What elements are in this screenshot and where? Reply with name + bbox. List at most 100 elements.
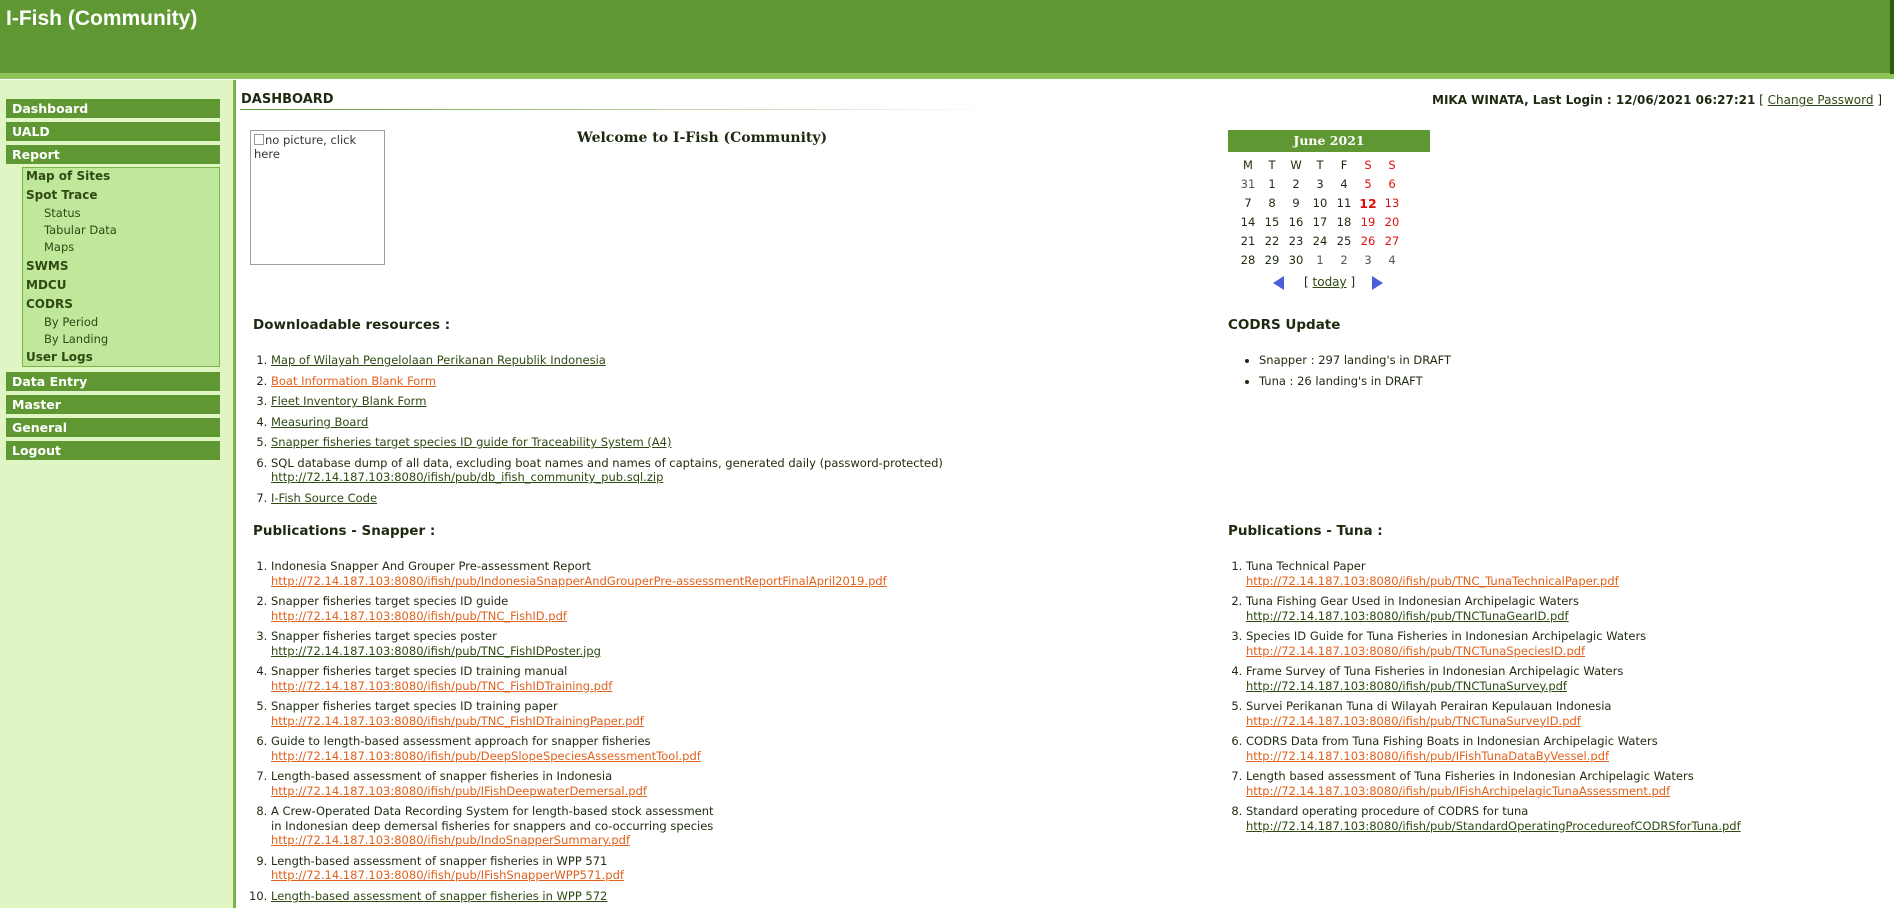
calendar-day[interactable]: 11	[1332, 194, 1356, 213]
calendar-day[interactable]: 27	[1380, 232, 1404, 251]
calendar-day[interactable]: 9	[1284, 194, 1308, 213]
calendar-day[interactable]: 12	[1356, 194, 1380, 213]
item-title: Snapper fisheries target species poster	[271, 629, 497, 643]
calendar-day[interactable]: 2	[1284, 175, 1308, 194]
calendar-day[interactable]: 15	[1260, 213, 1284, 232]
today-link[interactable]: today	[1313, 275, 1347, 289]
submenu-spot-trace[interactable]: Spot Trace	[26, 188, 98, 202]
calendar-day[interactable]: 31	[1236, 175, 1260, 194]
calendar-day[interactable]: 30	[1284, 251, 1308, 270]
item-link[interactable]: http://72.14.187.103:8080/ifish/pub/TNCT…	[1246, 679, 1878, 694]
item-link[interactable]: http://72.14.187.103:8080/ifish/pub/Indo…	[271, 833, 1153, 848]
submenu-status[interactable]: Status	[44, 206, 81, 220]
sidebar-item-dashboard[interactable]: Dashboard	[6, 99, 220, 118]
item-link[interactable]: http://72.14.187.103:8080/ifish/pub/TNC_…	[271, 644, 1153, 659]
submenu-by-landing[interactable]: By Landing	[44, 332, 108, 346]
item-link[interactable]: Boat Information Blank Form	[271, 374, 436, 388]
calendar-day[interactable]: 25	[1332, 232, 1356, 251]
calendar-day[interactable]: 24	[1308, 232, 1332, 251]
item-link[interactable]: http://72.14.187.103:8080/ifish/pub/TNC_…	[271, 714, 1153, 729]
calendar-day[interactable]: 19	[1356, 213, 1380, 232]
item-link[interactable]: http://72.14.187.103:8080/ifish/pub/TNC_…	[271, 679, 1153, 694]
item-title: Tuna Fishing Gear Used in Indonesian Arc…	[1246, 594, 1580, 608]
item-link[interactable]: http://72.14.187.103:8080/ifish/pub/Indo…	[271, 574, 1153, 589]
change-password-link[interactable]: Change Password	[1768, 93, 1874, 107]
list-item: Species ID Guide for Tuna Fisheries in I…	[1246, 629, 1878, 658]
item-link[interactable]: Measuring Board	[271, 415, 368, 429]
calendar-day[interactable]: 22	[1260, 232, 1284, 251]
calendar-day[interactable]: 4	[1332, 175, 1356, 194]
item-link[interactable]: Map of Wilayah Pengelolaan Perikanan Rep…	[271, 353, 606, 367]
submenu-user-logs[interactable]: User Logs	[26, 350, 93, 364]
submenu-mdcu[interactable]: MDCU	[26, 278, 66, 292]
calendar-day[interactable]: 17	[1308, 213, 1332, 232]
sidebar-item-master[interactable]: Master	[6, 395, 220, 414]
calendar-day[interactable]: 28	[1236, 251, 1260, 270]
calendar-day[interactable]: 26	[1356, 232, 1380, 251]
calendar-day[interactable]: 7	[1236, 194, 1260, 213]
item-link[interactable]: http://72.14.187.103:8080/ifish/pub/TNCT…	[1246, 714, 1878, 729]
item-link[interactable]: http://72.14.187.103:8080/ifish/pub/TNCT…	[1246, 609, 1878, 624]
list-item: Snapper fisheries target species posterh…	[271, 629, 1153, 658]
calendar-day[interactable]: 3	[1356, 251, 1380, 270]
item-link[interactable]: http://72.14.187.103:8080/ifish/pub/Stan…	[1246, 819, 1878, 834]
item-link[interactable]: Length-based assessment of snapper fishe…	[271, 889, 607, 903]
prev-month-icon[interactable]	[1273, 276, 1284, 290]
user-name: MIKA WINATA	[1432, 93, 1525, 107]
list-item: Length-based assessment of snapper fishe…	[271, 769, 1153, 798]
item-title: Indonesia Snapper And Grouper Pre-assess…	[271, 559, 591, 573]
sidebar-item-general[interactable]: General	[6, 418, 220, 437]
sidebar-item-uald[interactable]: UALD	[6, 122, 220, 141]
calendar-day[interactable]: 2	[1332, 251, 1356, 270]
calendar-day[interactable]: 23	[1284, 232, 1308, 251]
submenu-by-period[interactable]: By Period	[44, 315, 98, 329]
list-item: Boat Information Blank Form	[271, 374, 1153, 389]
calendar-day[interactable]: 16	[1284, 213, 1308, 232]
item-link[interactable]: Fleet Inventory Blank Form	[271, 394, 426, 408]
submenu-swms[interactable]: SWMS	[26, 259, 68, 273]
item-link[interactable]: http://72.14.187.103:8080/ifish/pub/IFis…	[1246, 784, 1878, 799]
calendar-day[interactable]: 1	[1260, 175, 1284, 194]
calendar-nav: [ today ]	[1228, 273, 1430, 293]
item-link[interactable]: Snapper fisheries target species ID guid…	[271, 435, 671, 449]
list-item: Standard operating procedure of CODRS fo…	[1246, 804, 1878, 833]
calendar-day[interactable]: 8	[1260, 194, 1284, 213]
item-title: CODRS Data from Tuna Fishing Boats in In…	[1246, 734, 1658, 748]
calendar-day[interactable]: 6	[1380, 175, 1404, 194]
submenu-map-of-sites[interactable]: Map of Sites	[26, 169, 110, 183]
submenu-tabular-data[interactable]: Tabular Data	[44, 223, 117, 237]
calendar-day[interactable]: 4	[1380, 251, 1404, 270]
item-link[interactable]: http://72.14.187.103:8080/ifish/pub/IFis…	[271, 784, 1153, 799]
next-month-icon[interactable]	[1372, 276, 1383, 290]
item-link[interactable]: http://72.14.187.103:8080/ifish/pub/db_i…	[271, 470, 1153, 485]
submenu-codrs[interactable]: CODRS	[26, 297, 73, 311]
item-link[interactable]: http://72.14.187.103:8080/ifish/pub/TNCT…	[1246, 644, 1878, 659]
profile-picture[interactable]: no picture, click here	[250, 130, 385, 265]
calendar-weekday: S	[1364, 158, 1372, 172]
page-title: DASHBOARD	[241, 92, 334, 107]
calendar-day[interactable]: 29	[1260, 251, 1284, 270]
calendar-day[interactable]: 20	[1380, 213, 1404, 232]
item-link[interactable]: http://72.14.187.103:8080/ifish/pub/TNC_…	[1246, 574, 1878, 589]
calendar-weekday: T	[1268, 158, 1276, 172]
item-link[interactable]: http://72.14.187.103:8080/ifish/pub/Deep…	[271, 749, 1153, 764]
sidebar-item-report[interactable]: Report	[6, 145, 220, 164]
list-item: Measuring Board	[271, 415, 1153, 430]
item-link[interactable]: http://72.14.187.103:8080/ifish/pub/TNC_…	[271, 609, 1153, 624]
item-link[interactable]: I-Fish Source Code	[271, 491, 377, 505]
calendar-day[interactable]: 13	[1380, 194, 1404, 213]
calendar-day[interactable]: 18	[1332, 213, 1356, 232]
calendar-day[interactable]: 14	[1236, 213, 1260, 232]
item-link[interactable]: http://72.14.187.103:8080/ifish/pub/IFis…	[1246, 749, 1878, 764]
item-link[interactable]: http://72.14.187.103:8080/ifish/pub/IFis…	[271, 868, 1153, 883]
calendar-day[interactable]: 5	[1356, 175, 1380, 194]
sidebar-item-data-entry[interactable]: Data Entry	[6, 372, 220, 391]
calendar-day[interactable]: 10	[1308, 194, 1332, 213]
calendar-day[interactable]: 1	[1308, 251, 1332, 270]
app-header: I-Fish (Community)	[0, 0, 1894, 79]
calendar-day[interactable]: 3	[1308, 175, 1332, 194]
submenu-maps[interactable]: Maps	[44, 240, 74, 254]
calendar-day[interactable]: 21	[1236, 232, 1260, 251]
list-item: Tuna Fishing Gear Used in Indonesian Arc…	[1246, 594, 1878, 623]
sidebar-item-logout[interactable]: Logout	[6, 441, 220, 460]
